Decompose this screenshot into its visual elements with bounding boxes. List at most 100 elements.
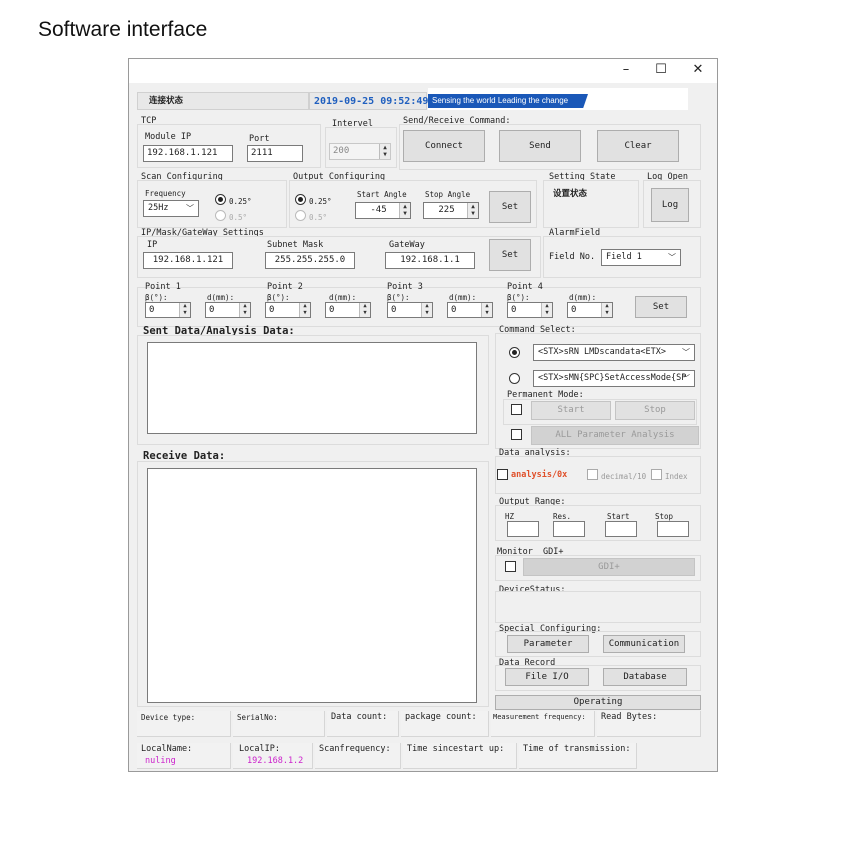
range-hz-input[interactable]	[507, 521, 539, 537]
point4-beta-spinner[interactable]: ▲ ▼	[541, 303, 552, 317]
point1-d-spinner[interactable]: ▲ ▼	[239, 303, 250, 317]
device-type-panel: Device type:	[137, 711, 231, 737]
point3-beta-input[interactable]: 0 ▲ ▼	[387, 302, 433, 318]
start-angle-label: Start Angle	[357, 190, 407, 199]
interval-input[interactable]: 200 ▲ ▼	[329, 143, 391, 160]
stop-angle-input[interactable]: 225 ▲ ▼	[423, 202, 479, 219]
monitor-checkbox[interactable]	[505, 561, 516, 572]
close-button[interactable]: ✕	[683, 59, 713, 83]
stop-button[interactable]: Stop	[615, 401, 695, 420]
start-angle-input[interactable]: -45 ▲ ▼	[355, 202, 411, 219]
send-button[interactable]: Send	[499, 130, 581, 162]
point2-d-input[interactable]: 0 ▲ ▼	[325, 302, 371, 318]
database-button[interactable]: Database	[603, 668, 687, 686]
range-res-input[interactable]	[553, 521, 585, 537]
command-option1-select[interactable]: <STX>sRN LMDscandata<ETX> ﹀	[533, 344, 695, 361]
point2-beta-input[interactable]: 0 ▲ ▼	[265, 302, 311, 318]
device-type-label: Device type:	[141, 713, 196, 722]
index-checkbox[interactable]	[651, 469, 662, 480]
points-set-button[interactable]: Set	[635, 296, 687, 318]
permanent-mode-checkbox[interactable]	[511, 404, 522, 415]
command-option2-value: <STX>sMN{SPC}SetAccessMode{SP	[538, 373, 687, 383]
app-window: – ☐ ✕ 连接状态 2019-09-25 09:52:49 Sensing t…	[128, 58, 718, 772]
command-option1-radio[interactable]	[509, 347, 520, 358]
data-count-label: Data count:	[331, 712, 388, 722]
port-input[interactable]: 2111	[247, 145, 303, 162]
operating-button[interactable]: Operating	[495, 695, 701, 710]
communication-button[interactable]: Communication	[603, 635, 685, 653]
output-res-025-radio[interactable]	[295, 194, 306, 205]
decimal-checkbox[interactable]	[587, 469, 598, 480]
time-since-start-panel: Time sincestart up:	[403, 743, 517, 769]
command-option1-value: <STX>sRN LMDscandata<ETX>	[538, 347, 666, 357]
local-ip-panel: LocalIP: 192.168.1.2	[233, 743, 313, 769]
maximize-button[interactable]: ☐	[646, 59, 676, 83]
stop-angle-spinner[interactable]: ▲ ▼	[467, 203, 478, 218]
ip-input[interactable]: 192.168.1.121	[143, 252, 233, 269]
ip-set-button[interactable]: Set	[489, 239, 531, 271]
interval-spinner[interactable]: ▲ ▼	[379, 144, 390, 159]
analysis-hex-label: analysis/0x	[511, 470, 568, 480]
range-stop-input[interactable]	[657, 521, 689, 537]
point4-d-value: 0	[571, 305, 577, 315]
command-option2-radio[interactable]	[509, 373, 520, 384]
gateway-input[interactable]: 192.168.1.1	[385, 252, 475, 269]
parameter-button[interactable]: Parameter	[507, 635, 589, 653]
index-label: Index	[665, 472, 688, 481]
module-ip-input[interactable]: 192.168.1.121	[143, 145, 233, 162]
scan-frequency-label: Scanfrequency:	[319, 744, 391, 754]
all-parameter-checkbox[interactable]	[511, 429, 522, 440]
setting-state-value: 设置状态	[553, 189, 588, 199]
point3-beta-spinner[interactable]: ▲ ▼	[421, 303, 432, 317]
output-res-05-radio[interactable]	[295, 210, 306, 221]
connect-button[interactable]: Connect	[403, 130, 485, 162]
point2-beta-spinner[interactable]: ▲ ▼	[299, 303, 310, 317]
banner-slogan: Sensing the world Leading the change	[432, 96, 569, 105]
point1-d-input[interactable]: 0 ▲ ▼	[205, 302, 251, 318]
datetime-panel: 2019-09-25 09:52:49	[309, 92, 428, 110]
time-of-transmission-panel: Time of transmission:	[519, 743, 637, 769]
analysis-hex-checkbox[interactable]	[497, 469, 508, 480]
stop-angle-label: Stop Angle	[425, 190, 471, 199]
module-ip-label: Module IP	[145, 132, 192, 142]
point1-beta-spinner[interactable]: ▲ ▼	[179, 303, 190, 317]
scan-res-025-radio[interactable]	[215, 194, 226, 205]
stop-angle-value: 225	[438, 205, 455, 215]
clear-button[interactable]: Clear	[597, 130, 679, 162]
gdi-button[interactable]: GDI+	[523, 558, 695, 576]
ip-label: IP	[147, 240, 158, 250]
scan-frequency-panel: Scanfrequency:	[315, 743, 401, 769]
serial-no-label: SerialNo:	[237, 713, 278, 722]
output-set-button[interactable]: Set	[489, 191, 531, 223]
title-bar: – ☐ ✕	[129, 59, 717, 83]
minimize-button[interactable]: –	[611, 59, 641, 83]
point3-d-input[interactable]: 0 ▲ ▼	[447, 302, 493, 318]
point4-beta-input[interactable]: 0 ▲ ▼	[507, 302, 553, 318]
chevron-down-icon: ﹀	[682, 374, 690, 383]
subnet-mask-input[interactable]: 255.255.255.0	[265, 252, 355, 269]
setting-state-group	[543, 180, 639, 228]
frequency-select[interactable]: 25Hz ﹀	[143, 200, 199, 217]
point1-beta-input[interactable]: 0 ▲ ▼	[145, 302, 191, 318]
read-bytes-panel: Read Bytes:	[597, 711, 701, 737]
point4-d-input[interactable]: 0 ▲ ▼	[567, 302, 613, 318]
sent-data-textarea[interactable]	[147, 342, 477, 434]
command-option2-select[interactable]: <STX>sMN{SPC}SetAccessMode{SP ﹀	[533, 370, 695, 387]
file-io-button[interactable]: File I/O	[505, 668, 589, 686]
all-parameter-analysis-button[interactable]: ALL Parameter Analysis	[531, 426, 699, 445]
point3-beta-value: 0	[391, 305, 397, 315]
output-res-05-label: 0.5°	[309, 213, 328, 222]
scan-res-05-radio[interactable]	[215, 210, 226, 221]
range-start-input[interactable]	[605, 521, 637, 537]
start-angle-spinner[interactable]: ▲ ▼	[399, 203, 410, 218]
start-button[interactable]: Start	[531, 401, 611, 420]
field-no-select[interactable]: Field 1 ﹀	[601, 249, 681, 266]
scan-res-025-label: 0.25°	[229, 197, 252, 206]
log-button[interactable]: Log	[651, 188, 689, 222]
package-count-panel: package count:	[401, 711, 489, 737]
point2-d-spinner[interactable]: ▲ ▼	[359, 303, 370, 317]
point3-d-spinner[interactable]: ▲ ▼	[481, 303, 492, 317]
receive-data-textarea[interactable]	[147, 468, 477, 703]
port-label: Port	[249, 134, 270, 144]
point4-d-spinner[interactable]: ▲ ▼	[601, 303, 612, 317]
